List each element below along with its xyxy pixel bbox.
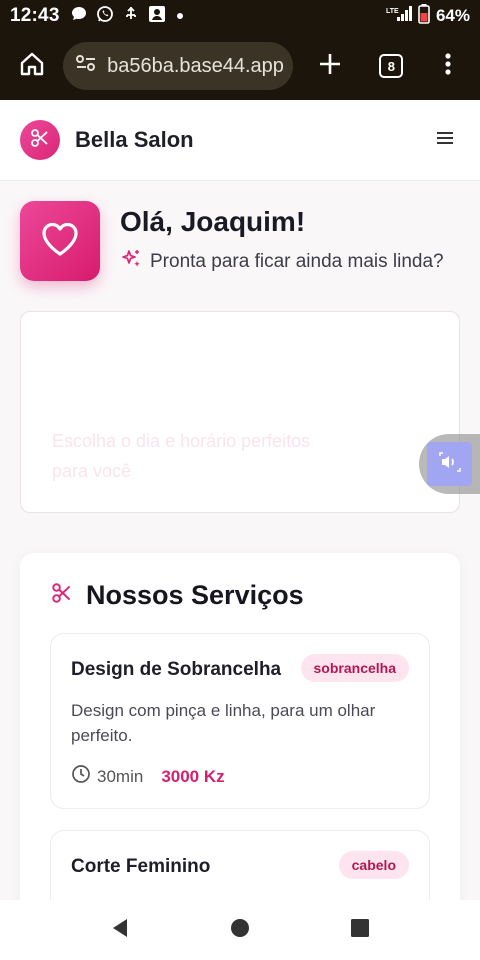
hero-text-line1: Escolha o dia e horário perfeitos [52,431,311,451]
home-nav-button[interactable] [230,918,250,943]
service-name: Corte Feminino [71,856,211,877]
dot-icon [176,7,184,25]
greeting-title: Olá, Joaquim! [120,206,306,237]
hamburger-menu-button[interactable] [430,125,460,155]
back-button[interactable] [110,918,130,943]
brand-logo[interactable] [20,120,60,160]
home-button[interactable] [10,44,53,88]
service-meta: 30min 3000 Kz [71,764,225,789]
site-header: Bella Salon [0,100,480,181]
greeting-subtitle-row: Pronta para ficar ainda mais linda? [120,248,444,276]
audio-button-square[interactable] [427,442,472,486]
status-right: LTE 64% [386,3,470,29]
services-header: Nossos Serviços [50,580,304,611]
tab-switcher-button[interactable]: 8 [370,44,413,88]
whatsapp-icon [96,5,114,28]
more-vert-icon [444,52,452,81]
plus-icon [318,52,342,81]
browser-menu-button[interactable] [427,44,470,88]
hamburger-icon [436,131,454,150]
address-bar[interactable]: ba56ba.base44.app [63,42,293,90]
tab-count: 8 [379,54,404,78]
audio-floating-button[interactable] [419,434,480,494]
heart-icon [40,221,80,262]
service-name: Design de Sobrancelha [71,659,282,680]
service-description: Design com pinça e linha, para um olhar … [71,701,376,745]
service-category-badge: sobrancelha [300,654,409,682]
system-navigation-bar [0,900,480,960]
scissors-icon [29,127,51,154]
clock-icon [71,764,91,789]
new-tab-button[interactable] [309,44,352,88]
booking-hero-card[interactable]: Escolha o dia e horário perfeitos para v… [20,311,460,513]
service-duration: 30min [97,766,144,786]
service-category-badge: cabelo [338,851,409,879]
browser-toolbar: ba56ba.base44.app 8 [0,32,480,100]
brand-name[interactable]: Bella Salon [75,127,194,153]
service-price: 3000 Kz [161,766,225,786]
services-title: Nossos Serviços [86,580,304,610]
usb-icon [122,5,140,28]
battery-icon [418,3,430,29]
speaker-expand-icon [438,451,461,477]
service-card[interactable]: Design de Sobrancelha sobrancelha Design… [50,633,430,809]
svg-text:LTE: LTE [386,8,399,15]
greeting-heart-tile [20,201,100,281]
battery-level: 64% [435,6,470,25]
hero-tagline: Escolha o dia e horário perfeitos para v… [52,426,310,486]
status-time: 12:43 [10,5,60,26]
chat-bubble-icon [70,5,88,28]
url-text: ba56ba.base44.app [107,54,284,77]
home-icon [19,51,45,82]
site-settings-icon[interactable] [75,54,97,78]
greeting-subtitle: Pronta para ficar ainda mais linda? [150,251,444,272]
sparkles-icon [120,248,142,276]
recents-button[interactable] [350,918,370,943]
hero-text-line2: para você [52,461,132,481]
contact-card-icon [148,5,168,28]
signal-icon: LTE [386,5,412,28]
status-bar: 12:43 LTE 64% [0,0,480,32]
notification-icons [70,5,184,28]
scissors-icon [50,581,74,610]
